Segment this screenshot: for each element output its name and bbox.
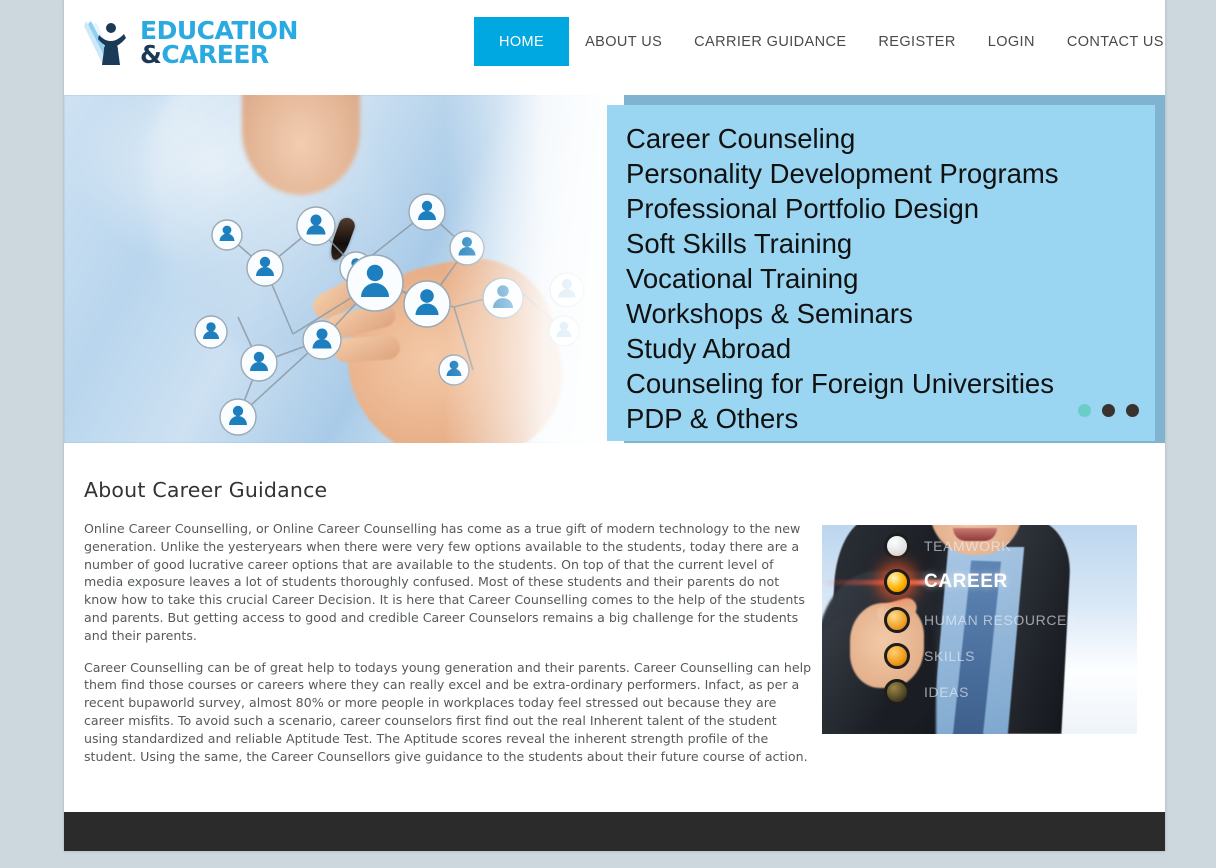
hero-service-item: Soft Skills Training (626, 228, 853, 259)
main-navigation: HOME ABOUT US CARRIER GUIDANCE REGISTER … (474, 17, 1180, 66)
nav-item-carrier-guidance[interactable]: CARRIER GUIDANCE (678, 17, 862, 66)
network-node (302, 320, 342, 360)
logo-wordmark: EDUCATION &CAREER (140, 18, 298, 69)
hero-services-list: Career Counseling Personality Developmen… (607, 105, 1155, 436)
graduate-figure-icon (84, 21, 126, 65)
hero-service-item: Personality Development Programs (626, 158, 1059, 189)
option-label: TEAMWORK (924, 538, 1012, 554)
network-node (346, 254, 404, 312)
option-label: SKILLS (924, 648, 976, 664)
career-option-ideas[interactable]: IDEAS (884, 679, 969, 705)
hero-image (64, 95, 624, 443)
network-node (211, 219, 243, 251)
hero-service-item: Workshops & Seminars (626, 298, 913, 329)
nav-item-home[interactable]: HOME (474, 17, 570, 66)
nav-item-about-us[interactable]: ABOUT US (569, 17, 678, 66)
nav-item-register[interactable]: REGISTER (862, 17, 971, 66)
carousel-dot-2[interactable] (1102, 404, 1115, 417)
image-fade (444, 95, 624, 443)
about-paragraph: Online Career Counselling, or Online Car… (84, 521, 805, 643)
site-header: EDUCATION &CAREER HOME ABOUT US CARRIER … (64, 0, 1165, 95)
career-interface-image: TEAMWORK CAREER HUMAN RESOURCES SKILLS I… (822, 525, 1137, 734)
career-option-career[interactable]: CAREER (884, 569, 1008, 595)
site-footer (64, 812, 1165, 851)
network-node (219, 398, 257, 436)
hero-service-item: Career Counseling (626, 123, 856, 154)
network-node (408, 193, 446, 231)
logo-ampersand: & (140, 40, 162, 69)
page-container: EDUCATION &CAREER HOME ABOUT US CARRIER … (64, 0, 1165, 851)
hero-service-item: Professional Portfolio Design (626, 193, 980, 224)
page-title: About Career Guidance (84, 478, 328, 502)
hero-service-item: Vocational Training (626, 263, 859, 294)
site-logo[interactable]: EDUCATION &CAREER (82, 14, 302, 72)
option-button-icon (884, 679, 910, 705)
option-button-icon-selected (884, 569, 910, 595)
network-node (240, 344, 278, 382)
hero-service-item: Study Abroad (626, 333, 792, 364)
network-node (194, 315, 228, 349)
hero-service-item: Counseling for Foreign Universities (626, 368, 1054, 399)
career-option-skills[interactable]: SKILLS (884, 643, 975, 669)
hero-banner: Career Counseling Personality Developmen… (64, 95, 1165, 443)
hero-service-item: PDP & Others (626, 403, 799, 434)
carousel-dot-3[interactable] (1126, 404, 1139, 417)
option-button-icon (884, 533, 910, 559)
network-node (296, 206, 336, 246)
hero-services-panel: Career Counseling Personality Developmen… (607, 105, 1155, 441)
option-button-icon (884, 643, 910, 669)
option-label: CAREER (924, 571, 1008, 592)
option-label: HUMAN RESOURCES (924, 612, 1077, 628)
carousel-dots (1078, 404, 1139, 417)
career-option-teamwork[interactable]: TEAMWORK (884, 533, 1011, 559)
about-text-column: Online Career Counselling, or Online Car… (84, 520, 814, 779)
logo-line-career: &CAREER (140, 40, 298, 69)
career-option-human-resources[interactable]: HUMAN RESOURCES (884, 607, 1077, 633)
nav-item-contact-us[interactable]: CONTACT US (1051, 17, 1180, 66)
option-label: IDEAS (924, 684, 970, 700)
nav-item-login[interactable]: LOGIN (972, 17, 1051, 66)
about-paragraph: Career Counselling can be of great help … (84, 659, 812, 764)
carousel-dot-1-active[interactable] (1078, 404, 1091, 417)
network-node (246, 249, 284, 287)
logo-career-word: CAREER (161, 40, 269, 69)
option-button-icon (884, 607, 910, 633)
